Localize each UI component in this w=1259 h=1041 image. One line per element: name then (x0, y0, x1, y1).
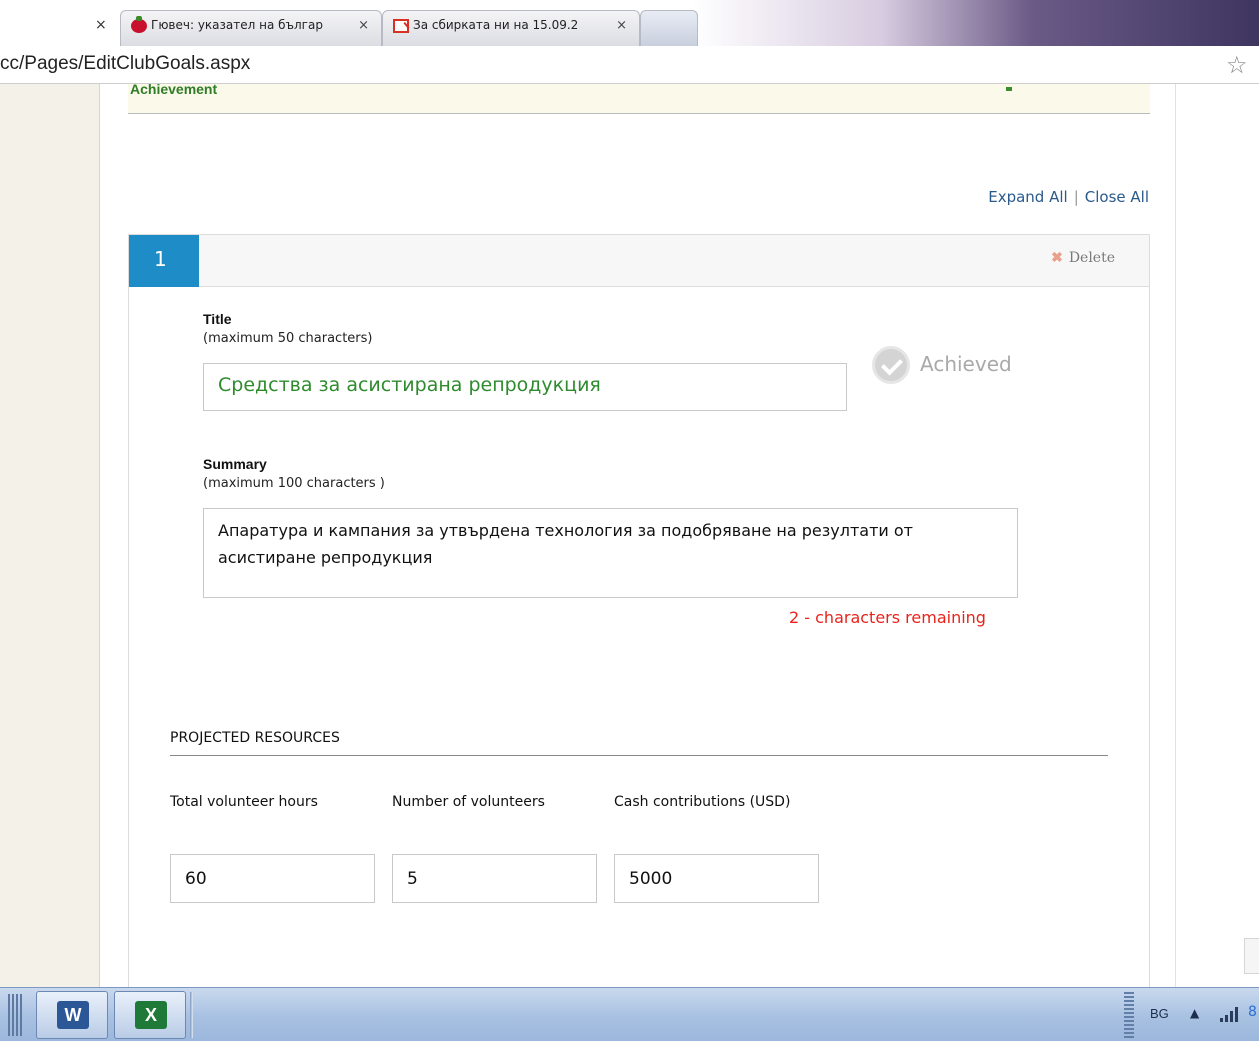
taskbar-separator (190, 992, 193, 1038)
word-icon: W (57, 1001, 89, 1029)
projected-resources-title: PROJECTED RESOURCES (170, 730, 340, 746)
summary-label: Summary (203, 456, 267, 472)
cash-contributions-input[interactable]: 5000 (614, 854, 819, 903)
browser-tab-guvech[interactable]: Гювеч: указател на българ × (120, 10, 382, 46)
scroll-handle[interactable] (1244, 938, 1259, 974)
achievement-section-header[interactable]: Achievement (128, 84, 1150, 114)
address-bar: cc/Pages/EditClubGoals.aspx ☆ (0, 46, 1259, 84)
title-hint: (maximum 50 characters) (203, 331, 373, 346)
summary-textarea[interactable]: Апаратура и кампания за утвърдена технол… (203, 508, 1018, 598)
taskbar: W X BG ▲ 8 (0, 987, 1259, 1041)
taskbar-grip[interactable] (8, 994, 22, 1036)
gmail-icon (393, 19, 409, 33)
browser-tab-strip: × Гювеч: указател на българ × За сбиркат… (0, 0, 1259, 46)
tray-edge-icon[interactable]: 8 (1248, 1004, 1257, 1020)
achievement-marker (1006, 87, 1012, 91)
cash-contributions-label: Cash contributions (USD) (614, 794, 791, 810)
goal-header[interactable]: 1 ✖ Delete (129, 235, 1149, 287)
title-label: Title (203, 311, 232, 327)
delete-label: Delete (1068, 250, 1115, 266)
expand-all-link[interactable]: Expand All (988, 188, 1067, 206)
excel-taskbar-button[interactable]: X (114, 991, 186, 1039)
resources-divider (170, 755, 1108, 756)
left-rail (0, 84, 100, 987)
expand-close-links: Expand All | Close All (988, 188, 1149, 206)
new-tab-button[interactable] (640, 10, 698, 46)
tray-grip[interactable] (1124, 992, 1134, 1038)
goal-card: 1 ✖ Delete Title (maximum 50 characters) … (128, 234, 1150, 987)
volunteer-hours-input[interactable]: 60 (170, 854, 375, 903)
tab-close-icon[interactable]: × (358, 18, 369, 33)
tab-title: За сбирката ни на 15.09.2 (413, 18, 579, 32)
right-rail (1175, 84, 1176, 987)
delete-button[interactable]: ✖ Delete (1051, 250, 1115, 266)
volunteer-hours-label: Total volunteer hours (170, 794, 318, 810)
network-signal-icon[interactable] (1220, 1006, 1240, 1022)
check-circle-icon (872, 346, 910, 384)
excel-icon: X (135, 1001, 167, 1029)
achieved-label: Achieved (920, 352, 1012, 376)
link-separator: | (1073, 188, 1079, 206)
characters-remaining: 2 - characters remaining (789, 608, 986, 627)
url-field[interactable]: cc/Pages/EditClubGoals.aspx (0, 53, 250, 75)
goal-number: 1 (129, 235, 199, 287)
summary-hint: (maximum 100 characters ) (203, 476, 385, 491)
title-input[interactable]: Средства за асистирана репродукция (203, 363, 847, 411)
achievement-label: Achievement (130, 84, 218, 97)
show-hidden-icons-icon[interactable]: ▲ (1190, 1006, 1199, 1020)
volunteers-count-input[interactable]: 5 (392, 854, 597, 903)
tab-close-icon[interactable]: × (95, 17, 107, 33)
delete-icon: ✖ (1051, 250, 1063, 266)
word-taskbar-button[interactable]: W (36, 991, 108, 1039)
bookmark-star-icon[interactable]: ☆ (1226, 51, 1248, 79)
close-all-link[interactable]: Close All (1085, 188, 1149, 206)
volunteers-count-label: Number of volunteers (392, 794, 545, 810)
language-indicator[interactable]: BG (1150, 1006, 1169, 1021)
tomato-icon (131, 16, 147, 33)
tab-close-icon[interactable]: × (616, 18, 627, 33)
page-content: Achievement Expand All | Close All 1 ✖ Dele… (0, 84, 1259, 987)
browser-tab-gmail[interactable]: За сбирката ни на 15.09.2 × (382, 10, 640, 46)
tab-title: Гювеч: указател на българ (151, 18, 323, 32)
